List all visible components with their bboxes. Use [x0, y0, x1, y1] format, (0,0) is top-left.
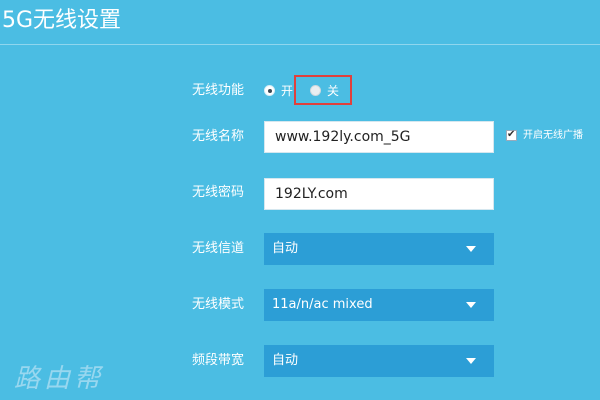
wireless-mode-value: 11a/n/ac mixed — [272, 297, 373, 312]
radio-on-label: 开 — [281, 84, 294, 98]
page-title: 5G无线设置 — [2, 8, 122, 33]
bandwidth-select[interactable]: 自动 — [264, 345, 494, 377]
wireless-name-label: 无线名称 — [192, 129, 245, 144]
title-divider — [0, 44, 600, 45]
wireless-name-input[interactable]: www.192ly.com_5G — [264, 121, 494, 153]
wireless-channel-value: 自动 — [272, 241, 299, 256]
highlight-box — [294, 75, 352, 105]
wireless-function-label: 无线功能 — [192, 83, 245, 98]
wireless-mode-label: 无线模式 — [192, 297, 245, 312]
wireless-channel-select[interactable]: 自动 — [264, 233, 494, 265]
bandwidth-label: 频段带宽 — [192, 353, 245, 368]
wireless-password-label: 无线密码 — [192, 185, 245, 200]
chevron-down-icon — [466, 246, 476, 252]
wireless-mode-select[interactable]: 11a/n/ac mixed — [264, 289, 494, 321]
chevron-down-icon — [466, 358, 476, 364]
chevron-down-icon — [466, 302, 476, 308]
wireless-channel-label: 无线信道 — [192, 241, 245, 256]
broadcast-label: 开启无线广播 — [523, 130, 583, 141]
watermark-text: 路由帮 — [14, 364, 105, 394]
wireless-password-input[interactable]: 192LY.com — [264, 178, 494, 210]
bandwidth-value: 自动 — [272, 353, 299, 368]
radio-on-button[interactable] — [264, 85, 275, 96]
broadcast-checkbox[interactable] — [506, 128, 517, 142]
